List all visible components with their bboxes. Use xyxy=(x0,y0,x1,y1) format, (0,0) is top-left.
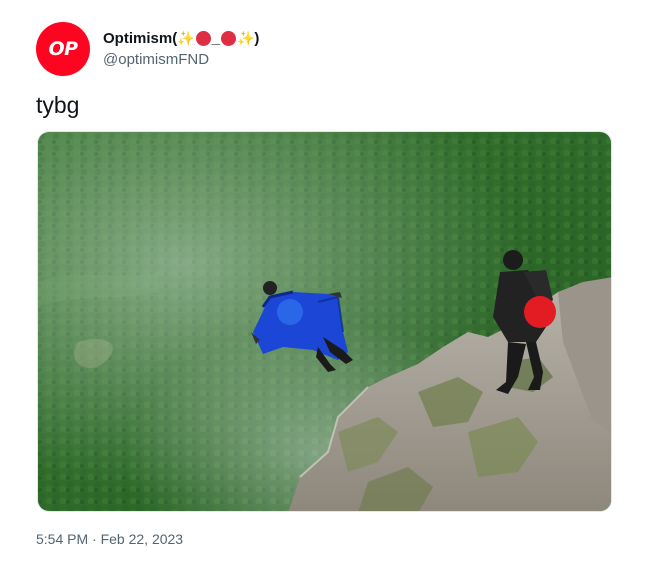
tweet-card: OP Optimism ( ✨ _ ✨ ) @optimismFND tybg xyxy=(0,0,646,566)
red-circle-icon xyxy=(220,31,236,46)
tweet-timestamp[interactable]: 5:54 PM · Feb 22, 2023 xyxy=(36,529,183,549)
name-decor-close: ) xyxy=(254,29,260,47)
author-info: Optimism ( ✨ _ ✨ ) @optimismFND xyxy=(103,29,259,70)
wingsuit-photo xyxy=(38,132,611,511)
tweet-text: tybg xyxy=(36,92,80,118)
name-decor-separator: _ xyxy=(211,29,220,47)
avatar[interactable]: OP xyxy=(36,22,90,76)
tweet-media-image[interactable] xyxy=(37,131,612,512)
tweet-header: OP Optimism ( ✨ _ ✨ ) @optimismFND xyxy=(36,22,259,76)
display-name-text: Optimism xyxy=(103,29,173,47)
avatar-logo-text: OP xyxy=(48,38,78,60)
user-handle[interactable]: @optimismFND xyxy=(103,50,259,70)
red-circle-icon xyxy=(195,31,211,46)
red-dot-marker xyxy=(524,296,556,328)
sparkles-icon: ✨ xyxy=(177,30,195,47)
sparkles-icon: ✨ xyxy=(236,30,255,47)
blue-dot-marker xyxy=(277,299,303,325)
display-name[interactable]: Optimism ( ✨ _ ✨ ) xyxy=(103,29,259,49)
